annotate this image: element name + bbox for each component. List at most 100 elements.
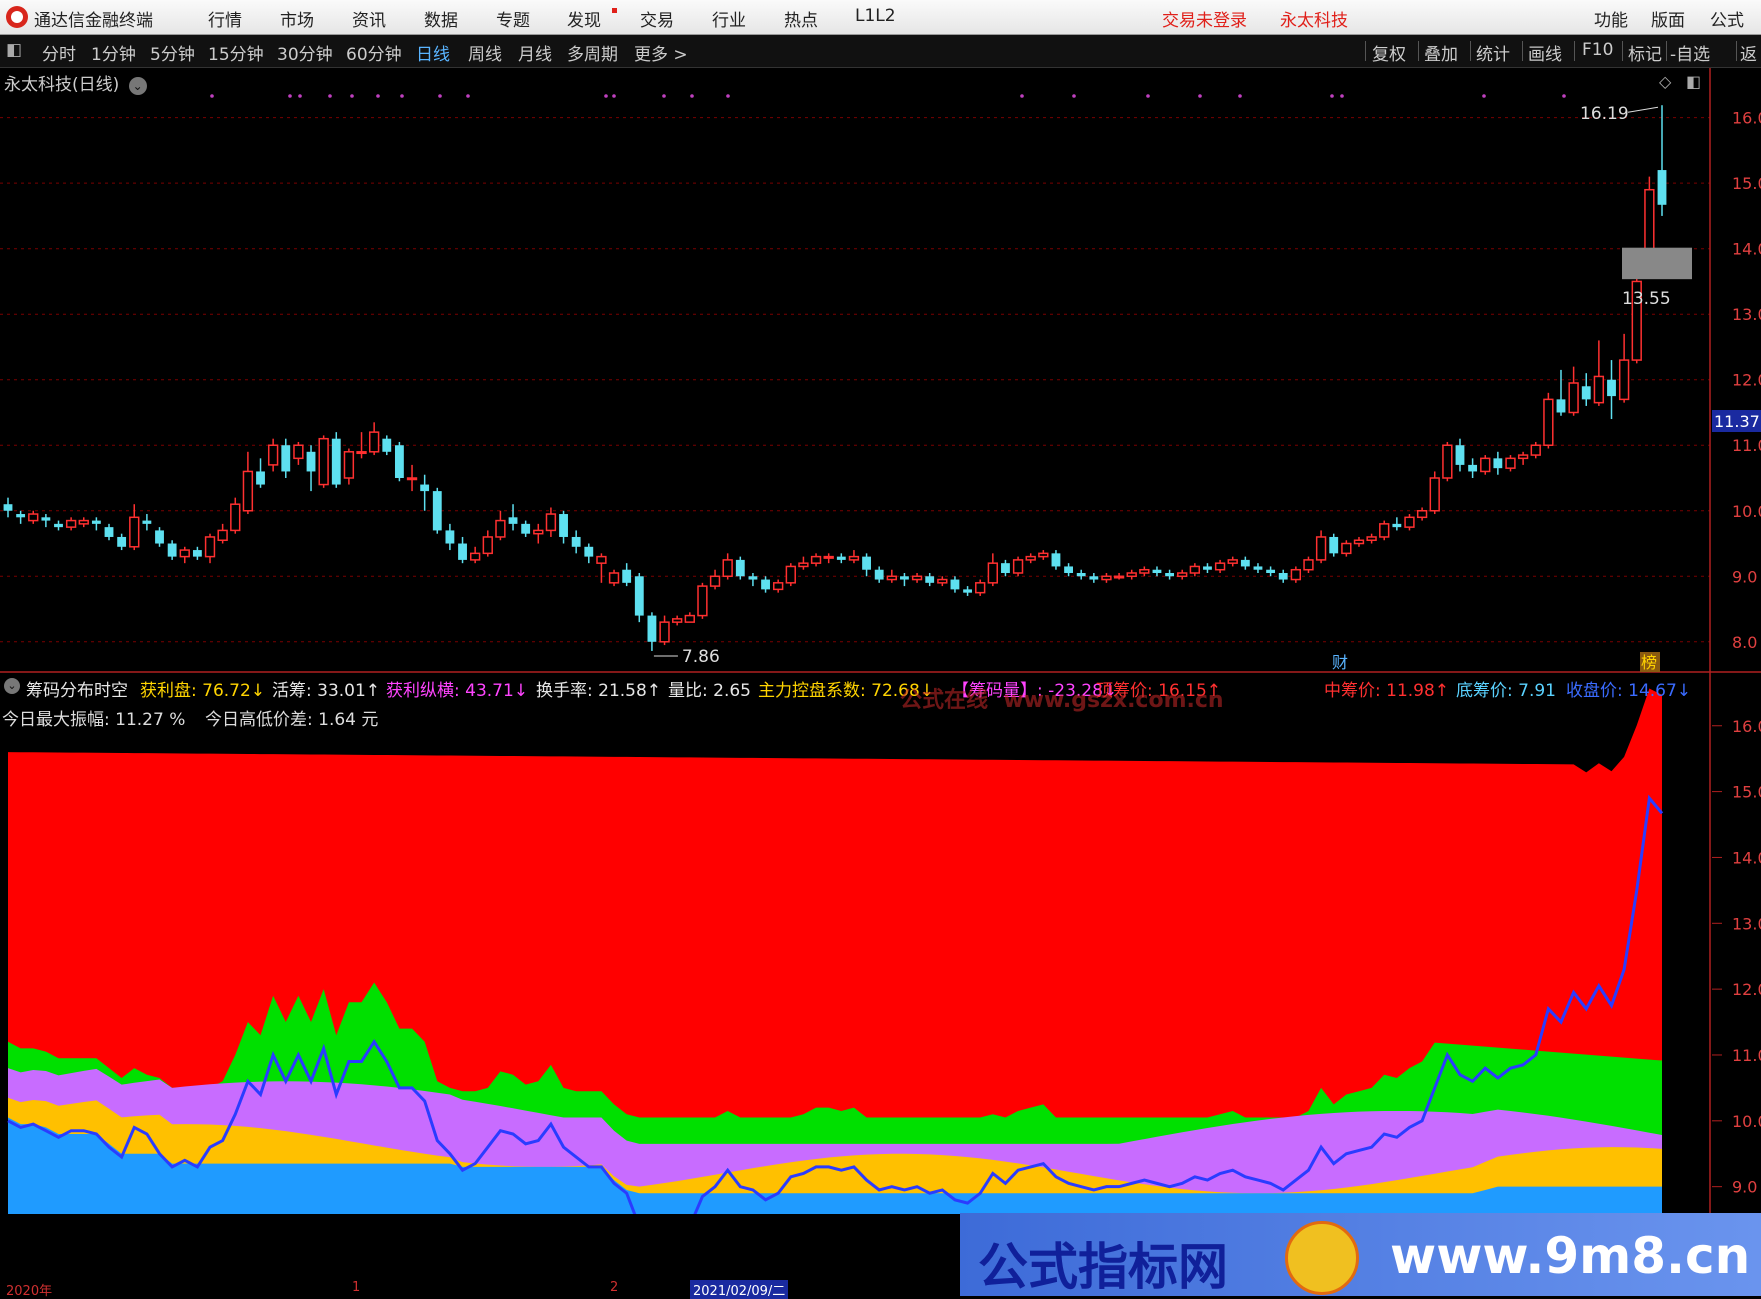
current-stock-name: 永太科技 bbox=[1280, 11, 1348, 31]
draw-line-button[interactable]: 画线 bbox=[1528, 40, 1562, 65]
candle-body bbox=[697, 585, 708, 617]
candle-body bbox=[1429, 477, 1440, 512]
menu-item-gongshi[interactable]: 公式 bbox=[1710, 6, 1744, 31]
level-box bbox=[1622, 247, 1692, 280]
candle-body bbox=[1480, 457, 1491, 473]
menu-item-hangye[interactable]: 行业 bbox=[712, 6, 746, 31]
menu-item-l1l2[interactable]: L1L2 bbox=[855, 6, 896, 26]
indicator-2: 活筹: 33.01↑ bbox=[272, 681, 381, 701]
signal-dot bbox=[1482, 94, 1486, 98]
menu-item-shuju[interactable]: 数据 bbox=[424, 6, 458, 31]
app-title: 通达信金融终端 bbox=[34, 11, 153, 31]
candle-body bbox=[28, 513, 39, 522]
candle-body bbox=[432, 491, 442, 531]
mark-button[interactable]: 标记 bbox=[1628, 40, 1662, 65]
price-tick-label: 16.0 bbox=[1732, 109, 1761, 128]
price-tick-label: 10.0 bbox=[1732, 502, 1761, 521]
candlestick-chart[interactable]: 16.0 15.0 14.0 13.0 12.0 11.0 10.0 9.0 8.0 11.37 1… bbox=[0, 0, 1761, 1296]
signal-dot bbox=[1072, 94, 1076, 98]
close-price-line bbox=[7, 794, 1664, 1256]
tab-daily[interactable]: 日线 bbox=[416, 40, 450, 65]
menu-item-hangqing[interactable]: 行情 bbox=[208, 6, 242, 31]
chevron-down-icon[interactable]: ⌄ bbox=[128, 77, 147, 95]
back-button[interactable]: 返 bbox=[1740, 40, 1757, 65]
candle-body bbox=[230, 503, 241, 532]
candle-body bbox=[1468, 464, 1478, 472]
candle-body bbox=[1543, 398, 1554, 446]
candle-body bbox=[78, 519, 89, 525]
sidebar-toggle-icon[interactable]: ◧ bbox=[6, 40, 22, 60]
candle-body bbox=[129, 516, 140, 548]
candle-body bbox=[1001, 563, 1010, 573]
lower-mask bbox=[0, 1214, 960, 1280]
menu-item-jiaoyi[interactable]: 交易 bbox=[640, 6, 674, 31]
candle-body bbox=[192, 550, 202, 557]
price-tick-label: 15.0 bbox=[1732, 174, 1761, 193]
tab-multi-period[interactable]: 多周期 bbox=[567, 40, 618, 65]
stats-button[interactable]: 统计 bbox=[1476, 40, 1510, 65]
candle-body bbox=[293, 444, 304, 460]
candle-body bbox=[343, 451, 355, 479]
menu-item-gongneng[interactable]: 功能 bbox=[1594, 6, 1628, 31]
chart-title: 永太科技(日线) ⌄ bbox=[4, 70, 147, 95]
watermark-banner: 公式指标网 www.9m8.cn bbox=[960, 1213, 1761, 1296]
candle-body bbox=[1404, 516, 1415, 528]
watermark-text: 公式指标网 bbox=[978, 1238, 1228, 1296]
add-favorite-button[interactable]: -自选 bbox=[1670, 40, 1710, 65]
lower-tick-label: 16.0 bbox=[1732, 717, 1761, 736]
tab-60min[interactable]: 60分钟 bbox=[346, 40, 402, 65]
tab-1min[interactable]: 1分钟 bbox=[91, 40, 136, 65]
signal-dot bbox=[466, 94, 470, 98]
candle-body bbox=[445, 530, 455, 544]
candle-body bbox=[331, 438, 341, 485]
overlay-button[interactable]: 叠加 bbox=[1424, 40, 1458, 65]
tab-15min[interactable]: 15分钟 bbox=[208, 40, 264, 65]
indicator-3: 获利纵横: 43.71↓ bbox=[386, 681, 529, 701]
candle-body bbox=[1253, 566, 1263, 570]
fuquan-button[interactable]: 复权 bbox=[1372, 40, 1406, 65]
candle-body bbox=[394, 445, 404, 478]
candle-body bbox=[382, 438, 392, 452]
candle-body bbox=[647, 615, 657, 642]
indicator-toggle-icon[interactable]: ⌄ bbox=[4, 678, 20, 694]
menu-item-redian[interactable]: 热点 bbox=[784, 6, 818, 31]
candle-body bbox=[1089, 576, 1099, 580]
candle-body bbox=[571, 536, 581, 547]
menu-item-zhuanti[interactable]: 专题 bbox=[496, 6, 530, 31]
tab-weekly[interactable]: 周线 bbox=[468, 40, 502, 65]
rank-marker-bg bbox=[1640, 652, 1660, 672]
menu-item-faxian[interactable]: 发现 bbox=[567, 6, 601, 31]
candle-body bbox=[1556, 399, 1566, 413]
candle-body bbox=[521, 523, 531, 534]
signal-dot bbox=[288, 94, 292, 98]
panel-toggle-icon[interactable]: ◧ bbox=[1686, 72, 1701, 91]
menu-item-shichang[interactable]: 市场 bbox=[280, 6, 314, 31]
menu-item-banmian[interactable]: 版面 bbox=[1651, 6, 1685, 31]
candle-body bbox=[1025, 555, 1036, 561]
candle-body bbox=[1266, 569, 1276, 573]
candle-body bbox=[217, 529, 228, 541]
candle-body bbox=[836, 556, 846, 560]
tab-monthly[interactable]: 月线 bbox=[518, 40, 552, 65]
more-button[interactable]: 更多 > bbox=[634, 40, 688, 65]
candle-body bbox=[420, 484, 430, 492]
watermark-badge-icon bbox=[1285, 1221, 1359, 1295]
candle-body bbox=[1113, 575, 1125, 579]
signal-dot bbox=[328, 94, 332, 98]
candle-body bbox=[545, 513, 557, 532]
candle-body bbox=[1038, 552, 1049, 558]
candle-body bbox=[810, 555, 822, 564]
tab-5min[interactable]: 5分钟 bbox=[150, 40, 195, 65]
login-status[interactable]: 交易未登录 bbox=[1162, 6, 1247, 31]
signal-dot bbox=[438, 94, 442, 98]
candle-body bbox=[91, 520, 101, 524]
tab-fenshi[interactable]: 分时 bbox=[42, 40, 76, 65]
finance-marker: 财 bbox=[1332, 653, 1348, 672]
candle-body bbox=[406, 477, 418, 481]
tab-30min[interactable]: 30分钟 bbox=[277, 40, 333, 65]
f10-button[interactable]: F10 bbox=[1582, 40, 1613, 60]
menu-item-zixun[interactable]: 资讯 bbox=[352, 6, 386, 31]
price-tick-label: 12.0 bbox=[1732, 371, 1761, 390]
candle-body bbox=[1631, 280, 1642, 361]
diamond-icon[interactable]: ◇ bbox=[1659, 72, 1671, 91]
